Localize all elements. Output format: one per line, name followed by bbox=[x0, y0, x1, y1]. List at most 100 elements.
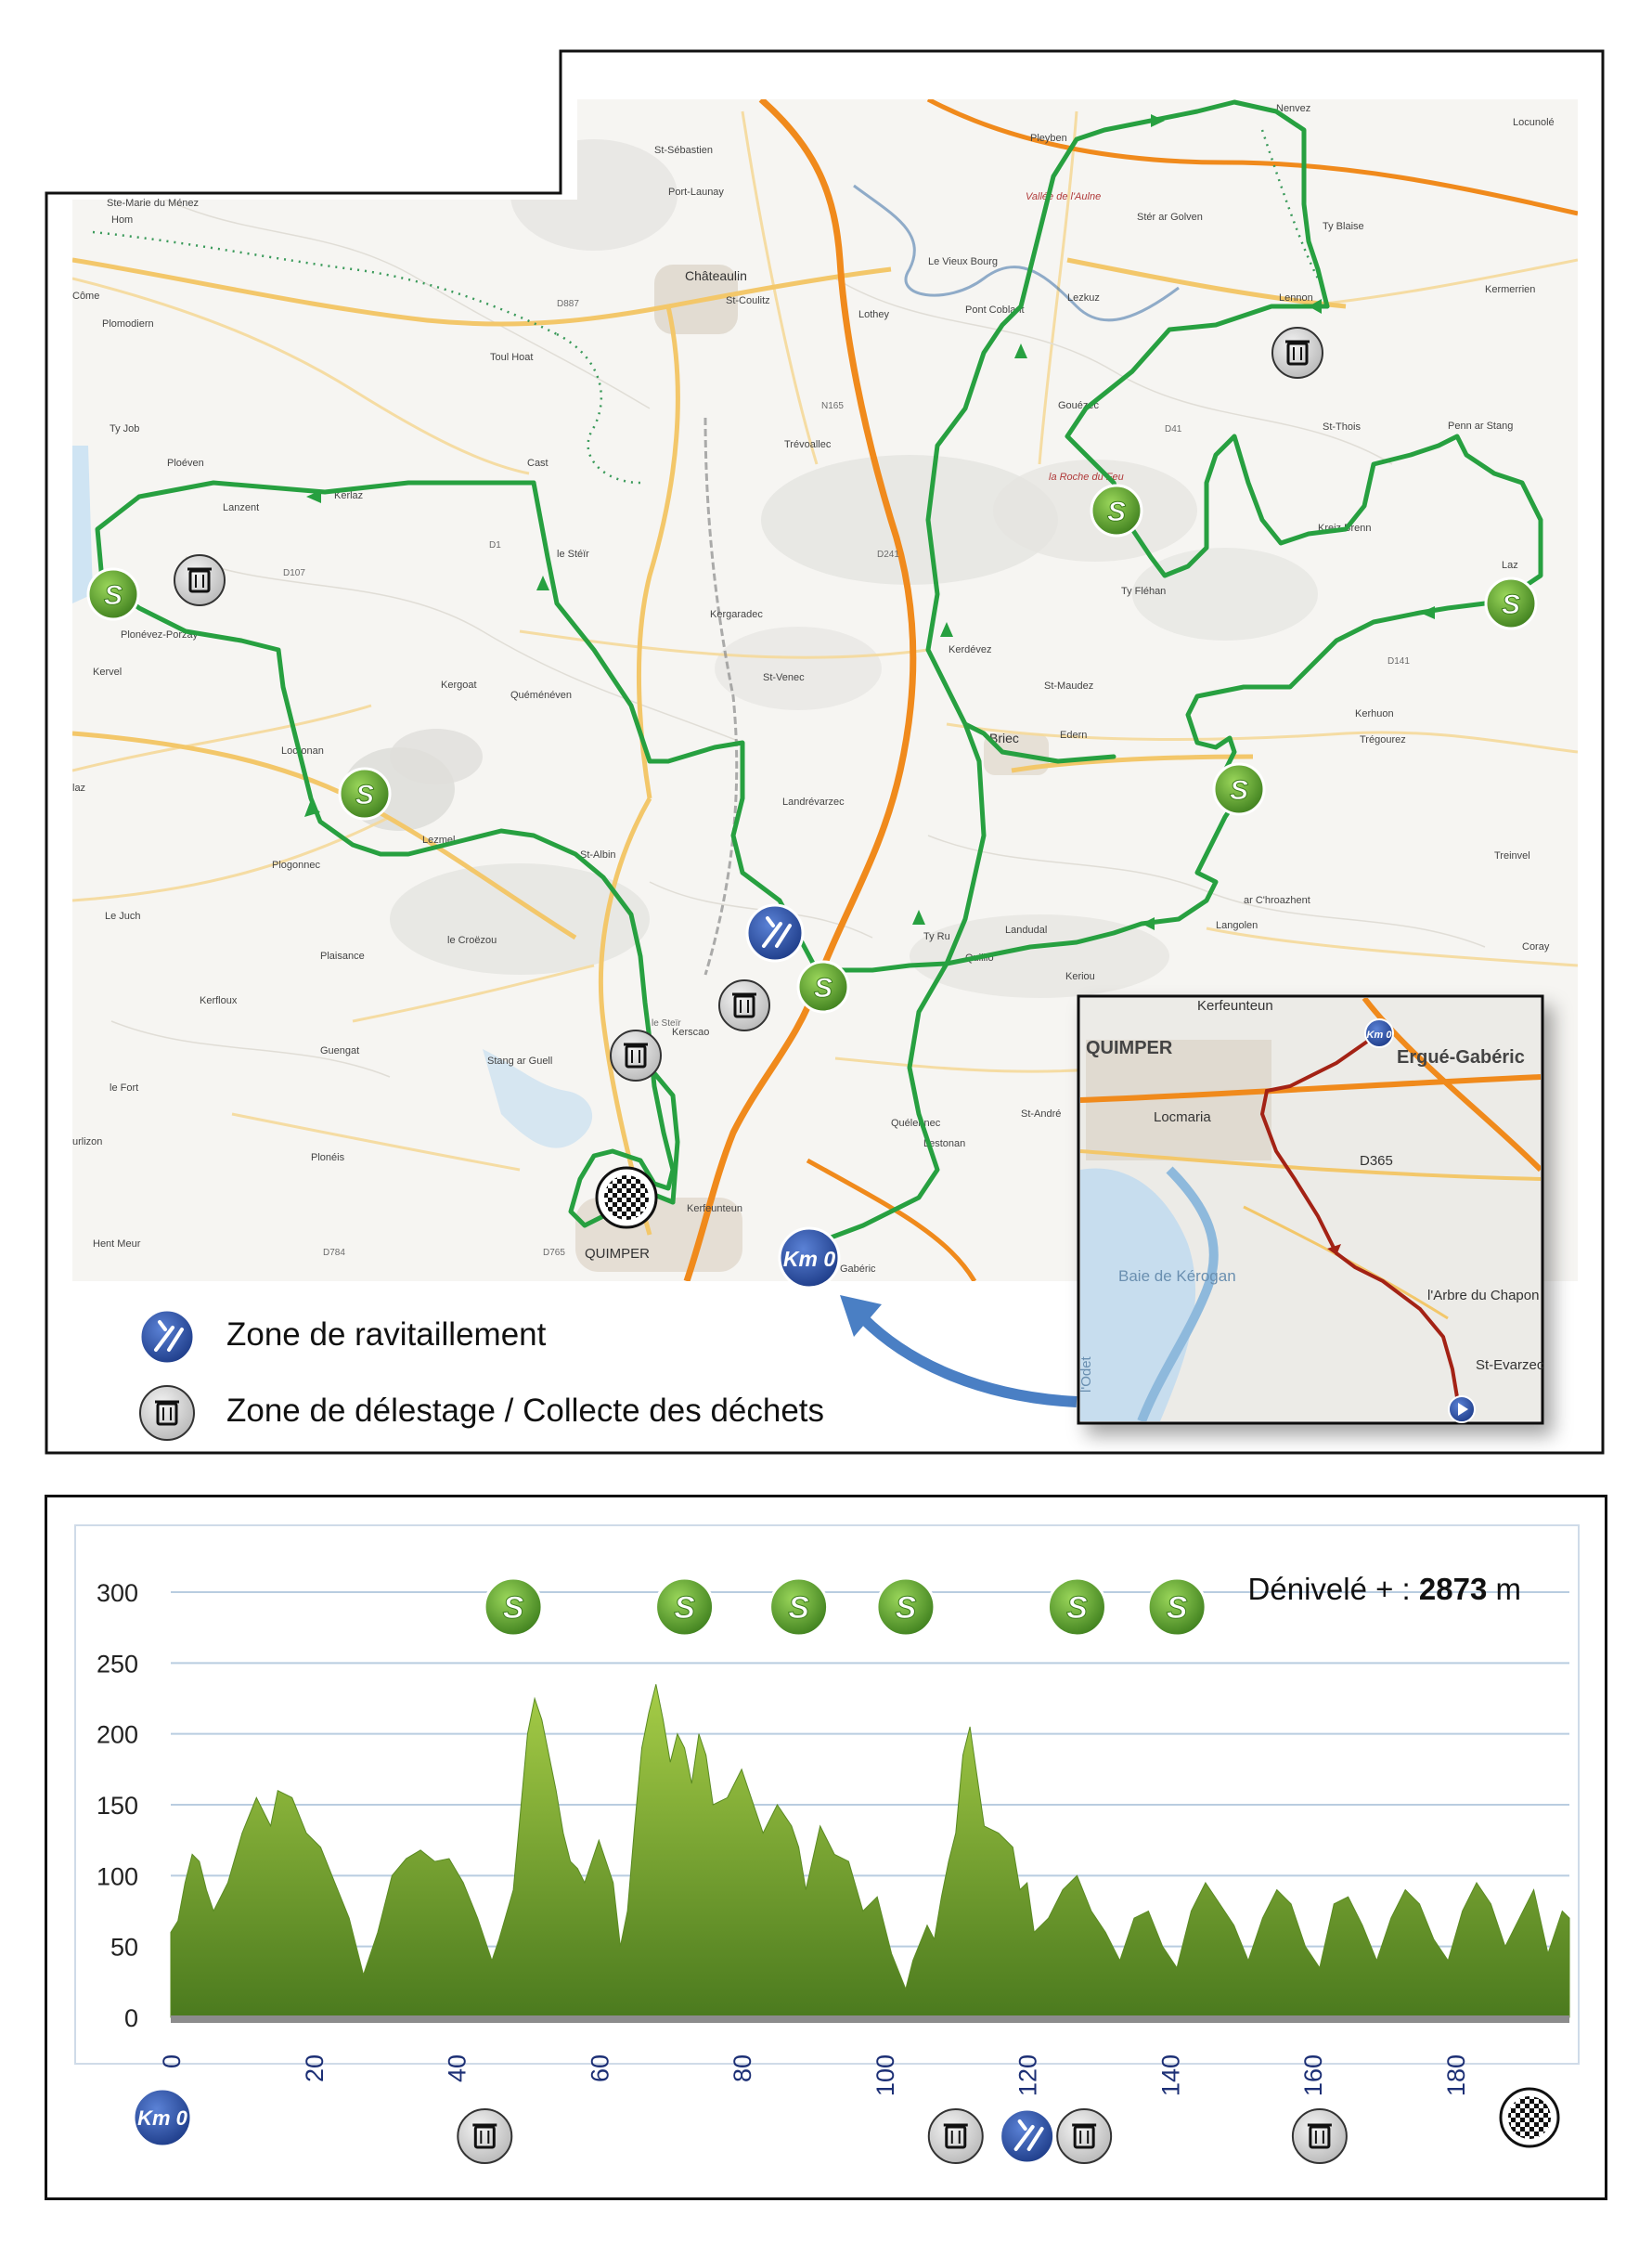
place-label-st-sebastien: St-Sébastien bbox=[654, 145, 713, 156]
legend-waste-icon bbox=[139, 1385, 195, 1441]
place-label-coray: Coray bbox=[1522, 941, 1550, 953]
profile-sprint-marker: S bbox=[654, 1576, 716, 1638]
x-tick-label: 60 bbox=[586, 2054, 613, 2082]
sprint-marker[interactable]: S bbox=[1484, 577, 1538, 630]
place-label-chateaulin: Châteaulin bbox=[685, 268, 747, 283]
place-label-plaisance: Plaisance bbox=[320, 951, 365, 962]
grid-lines bbox=[171, 1591, 1569, 1948]
place-label-lennon: Lennon bbox=[1279, 292, 1313, 304]
place-label-le-croezou: le Croëzou bbox=[447, 935, 497, 946]
road-label: D241 bbox=[877, 550, 899, 560]
sprint-marker[interactable]: S bbox=[796, 960, 850, 1014]
place-label-kermerrien: Kermerrien bbox=[1485, 284, 1535, 295]
waste-zone-marker[interactable] bbox=[174, 554, 226, 606]
inset-label-odet: l'Odet bbox=[1078, 1355, 1094, 1393]
place-label-kergoat: Kergoat bbox=[441, 680, 477, 691]
road-label: D765 bbox=[543, 1248, 565, 1258]
road-label: D887 bbox=[557, 299, 579, 309]
place-label-kerfeunteun: Kerfeunteun bbox=[687, 1203, 742, 1214]
map-panel: St-Sébastien Port-Launay Pleyben Nenvez Locu… bbox=[0, 0, 1652, 1476]
legend-feed-label: Zone de ravitaillement bbox=[226, 1316, 547, 1353]
place-label-landrevarzec: Landrévarzec bbox=[782, 797, 845, 808]
svg-text:S: S bbox=[104, 580, 123, 611]
checkered-flag-icon bbox=[1508, 2096, 1551, 2139]
place-label-keriou: Keriou bbox=[1065, 971, 1095, 982]
x-tick-label: 160 bbox=[1299, 2054, 1327, 2096]
x-tick-label: 80 bbox=[729, 2054, 756, 2082]
sprint-marker[interactable]: S bbox=[1090, 484, 1143, 538]
place-label-stang-ar-guell: Stang ar Guell bbox=[487, 1056, 552, 1067]
place-label-le-fort: le Fort bbox=[110, 1082, 138, 1094]
profile-start-km0: Km 0 bbox=[132, 2087, 193, 2148]
feed-zone-marker[interactable] bbox=[745, 903, 805, 963]
place-label-le-steir: le Stéïr bbox=[557, 549, 589, 560]
km0-marker[interactable]: Km 0 bbox=[778, 1226, 841, 1289]
x-tick-label: 140 bbox=[1156, 2054, 1184, 2096]
place-label-kergaradec: Kergaradec bbox=[710, 609, 763, 620]
place-label-laz-west: laz bbox=[72, 783, 85, 794]
svg-text:S: S bbox=[1167, 1590, 1188, 1626]
place-label-kerhuon: Kerhuon bbox=[1355, 708, 1394, 719]
place-label-st-thois: St-Thois bbox=[1323, 421, 1361, 433]
sprint-marker[interactable]: S bbox=[86, 567, 140, 621]
elevation-gain-label: Dénivelé + : bbox=[1247, 1572, 1411, 1606]
legend-waste-zone: Zone de délestage / Collecte des déchets bbox=[226, 1393, 824, 1430]
svg-text:S: S bbox=[1502, 590, 1520, 620]
place-label-hom: Hom bbox=[111, 214, 133, 226]
place-label-port-launay: Port-Launay bbox=[668, 187, 724, 198]
place-label-plomodiern: Plomodiern bbox=[102, 318, 154, 330]
inset-map-content: Kerfeunteun QUIMPER Ergué-Gabéric Locmaria D… bbox=[1078, 998, 1544, 1423]
place-label-st-coulitz: St-Coulitz bbox=[726, 295, 770, 306]
profile-waste-marker bbox=[1291, 2108, 1348, 2164]
waste-zone-marker[interactable] bbox=[610, 1030, 662, 1082]
svg-text:S: S bbox=[1230, 775, 1248, 806]
y-tick-label: 200 bbox=[97, 1721, 138, 1749]
legend-waste-label: Zone de délestage / Collecte des déchets bbox=[226, 1393, 825, 1429]
sprint-marker[interactable]: S bbox=[1212, 762, 1266, 816]
sprint-marker[interactable]: S bbox=[338, 767, 392, 821]
place-label-lezkuz: Lezkuz bbox=[1067, 292, 1100, 304]
profile-sprint-marker: S bbox=[1046, 1576, 1107, 1638]
x-tick-label: 100 bbox=[871, 2054, 899, 2096]
place-label-guengat: Guengat bbox=[320, 1045, 359, 1056]
svg-text:Km 0: Km 0 bbox=[1367, 1030, 1393, 1041]
place-label-pleyben: Pleyben bbox=[1030, 133, 1067, 144]
inset-label-st-evarzec: St-Evarzec bbox=[1476, 1357, 1544, 1373]
place-label-gaberic: Gabéric bbox=[840, 1264, 876, 1275]
x-tick-label: 180 bbox=[1442, 2054, 1470, 2096]
road-label: D41 bbox=[1165, 424, 1182, 434]
route-map[interactable]: St-SébastienPort-LaunayPleybenNenvezLocu… bbox=[0, 0, 1652, 1476]
y-tick-label: 0 bbox=[124, 2004, 138, 2032]
elevation-gain-unit: m bbox=[1495, 1572, 1522, 1606]
profile-sprint-marker: S bbox=[768, 1576, 830, 1638]
profile-waste-marker bbox=[1056, 2108, 1113, 2164]
place-label-plonéis: Plonéis bbox=[311, 1152, 345, 1163]
profile-finish-marker bbox=[1499, 2087, 1560, 2148]
waste-zone-marker[interactable] bbox=[1271, 327, 1323, 379]
place-label-locunole: Locunolé bbox=[1513, 117, 1555, 128]
place-label-penn-ar-stang: Penn ar Stang bbox=[1448, 421, 1513, 432]
svg-text:S: S bbox=[896, 1590, 917, 1626]
place-label-st-andre: St-André bbox=[1021, 1108, 1061, 1120]
road-label: D1 bbox=[489, 540, 501, 551]
waste-zone-marker[interactable] bbox=[718, 979, 770, 1031]
profile-waste-marker bbox=[457, 2108, 513, 2164]
place-label-edern: Edern bbox=[1060, 730, 1087, 741]
place-label-treinvel: Treinvel bbox=[1494, 850, 1530, 862]
place-label-le-vieux-bourg: Le Vieux Bourg bbox=[928, 256, 998, 267]
place-label-vallee-aulne: Vallée de l'Aulne bbox=[1026, 191, 1101, 202]
svg-text:S: S bbox=[674, 1590, 695, 1626]
place-label-lanzent: Lanzent bbox=[223, 502, 259, 513]
svg-text:S: S bbox=[1066, 1590, 1088, 1626]
baseline bbox=[171, 2015, 1569, 2023]
legend-feed-icon bbox=[138, 1308, 196, 1366]
svg-text:S: S bbox=[503, 1590, 524, 1626]
place-label-ster-ar-golven: Stér ar Golven bbox=[1137, 212, 1203, 223]
place-label-ty-ru: Ty Ru bbox=[923, 931, 950, 942]
y-tick-label: 100 bbox=[97, 1862, 138, 1890]
elevation-gain-value: 2873 bbox=[1418, 1572, 1488, 1606]
finish-marker[interactable] bbox=[595, 1166, 658, 1229]
place-label-st-albin: St-Albin bbox=[580, 849, 616, 861]
road-label: N165 bbox=[821, 401, 844, 411]
profile-sprint-marker: S bbox=[483, 1576, 544, 1638]
